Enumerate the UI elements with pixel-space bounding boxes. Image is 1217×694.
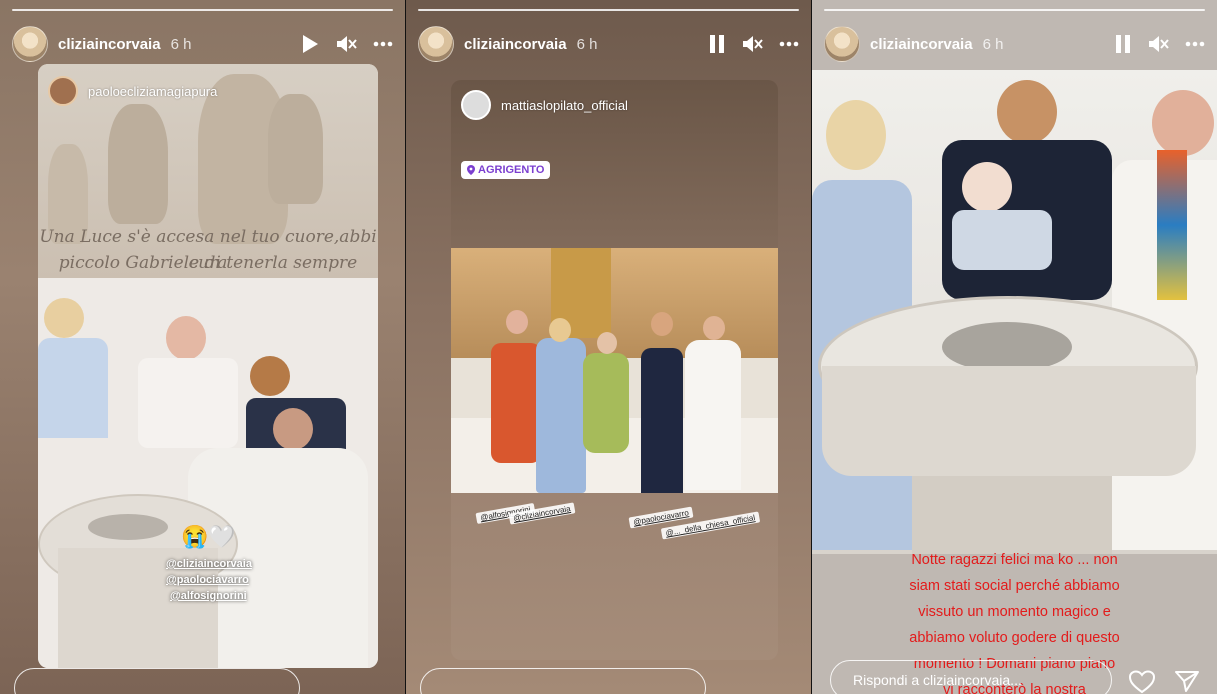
location-sticker[interactable]: AGRIGENTO: [461, 161, 551, 179]
avatar[interactable]: [12, 26, 48, 62]
heart-icon[interactable]: [1128, 670, 1156, 694]
muted-icon[interactable]: [741, 34, 763, 54]
reply-input[interactable]: [14, 668, 300, 694]
location-pin-icon: [467, 165, 475, 175]
repost-username[interactable]: paoloecliziamagiapura: [88, 84, 217, 99]
reply-input[interactable]: Rispondi a cliziaincorvaia...: [830, 660, 1112, 694]
story-time: 6 h: [170, 35, 192, 53]
baptismal-font-photo: [812, 70, 1217, 554]
story-time: 6 h: [576, 35, 598, 53]
repost-header: mattiaslopilato_official: [461, 90, 628, 120]
pause-icon[interactable]: [1115, 34, 1131, 54]
pause-icon[interactable]: [709, 34, 725, 54]
mention-tag[interactable]: @alfosignorini: [170, 590, 247, 602]
story-progress-bar: [418, 9, 799, 12]
avatar[interactable]: [418, 26, 454, 62]
story-username[interactable]: cliziaincorvaia: [58, 36, 161, 53]
repost-avatar[interactable]: [48, 76, 78, 106]
more-options-icon[interactable]: [779, 41, 799, 47]
repost-header: paoloecliziamagiapura: [48, 76, 217, 106]
repost-username[interactable]: mattiaslopilato_official: [501, 98, 628, 113]
reposted-story-card[interactable]: mattiaslopilato_official AGRIGENTO @alfo…: [451, 80, 778, 660]
baptism-photo: [38, 278, 378, 668]
story-time: 6 h: [982, 35, 1004, 53]
caption-line: abbiamo voluto godere di questo: [909, 630, 1120, 646]
avatar[interactable]: [824, 26, 860, 62]
more-options-icon[interactable]: [1185, 41, 1205, 47]
story-header: cliziaincorvaia 6 h: [418, 24, 799, 64]
story-username[interactable]: cliziaincorvaia: [870, 36, 973, 53]
repost-avatar[interactable]: [461, 90, 491, 120]
muted-icon[interactable]: [335, 34, 357, 54]
emoji-sticker: 😭🤍: [181, 524, 236, 549]
muted-icon[interactable]: [1147, 34, 1169, 54]
location-label: AGRIGENTO: [478, 164, 545, 176]
caption-line: siam stati social perché abbiamo: [909, 578, 1120, 594]
story-panel-2[interactable]: cliziaincorvaia 6 h mattiaslopilato_offi…: [406, 0, 811, 694]
story-panel-3[interactable]: cliziaincorvaia 6 h Notte ragazzi felici…: [812, 0, 1217, 694]
mention-tag[interactable]: @cliziaincorvaia: [166, 558, 252, 570]
reposted-story-card[interactable]: paoloecliziamagiapura Una Luce s'è acces…: [38, 64, 378, 668]
story-username[interactable]: cliziaincorvaia: [464, 36, 567, 53]
play-icon[interactable]: [301, 34, 319, 54]
send-icon[interactable]: [1174, 670, 1200, 692]
more-options-icon[interactable]: [373, 41, 393, 47]
caption-line: vissuto un momento magico e: [918, 604, 1111, 620]
story-panel-1[interactable]: cliziaincorvaia 6 h paoloecliziamagiapur…: [0, 0, 405, 694]
reply-placeholder: Rispondi a cliziaincorvaia...: [853, 672, 1022, 688]
story-progress-bar: [12, 9, 393, 12]
story-header: cliziaincorvaia 6 h: [12, 24, 393, 64]
reply-input[interactable]: [420, 668, 706, 694]
story-header: cliziaincorvaia 6 h: [824, 24, 1205, 64]
mention-tag[interactable]: @paolociavarro: [166, 574, 249, 586]
caption-line: Notte ragazzi felici ma ko ... non: [911, 552, 1118, 568]
story-progress-bar: [824, 9, 1205, 12]
church-group-photo: [451, 248, 778, 493]
